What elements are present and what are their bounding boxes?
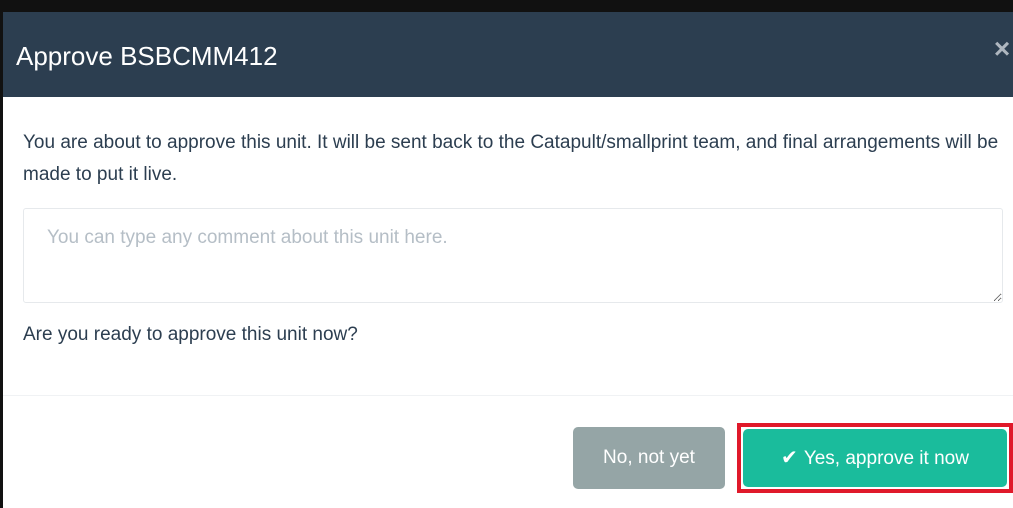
modal-header: Approve BSBCMM412 × (3, 12, 1013, 97)
modal-title: Approve BSBCMM412 (16, 41, 278, 71)
no-not-yet-button[interactable]: No, not yet (573, 427, 725, 489)
footer-divider (3, 395, 1013, 396)
comment-textarea[interactable] (23, 208, 1003, 303)
approval-message: You are about to approve this unit. It w… (23, 132, 999, 185)
modal-dialog: Approve BSBCMM412 × You are about to app… (0, 0, 1013, 508)
check-icon: ✔ (781, 447, 798, 469)
confirmation-question: Are you ready to approve this unit now? (23, 324, 358, 345)
approve-now-button[interactable]: ✔ Yes, approve it now (743, 429, 1007, 487)
approve-now-label: Yes, approve it now (803, 448, 969, 469)
close-icon[interactable]: × (991, 34, 1013, 64)
